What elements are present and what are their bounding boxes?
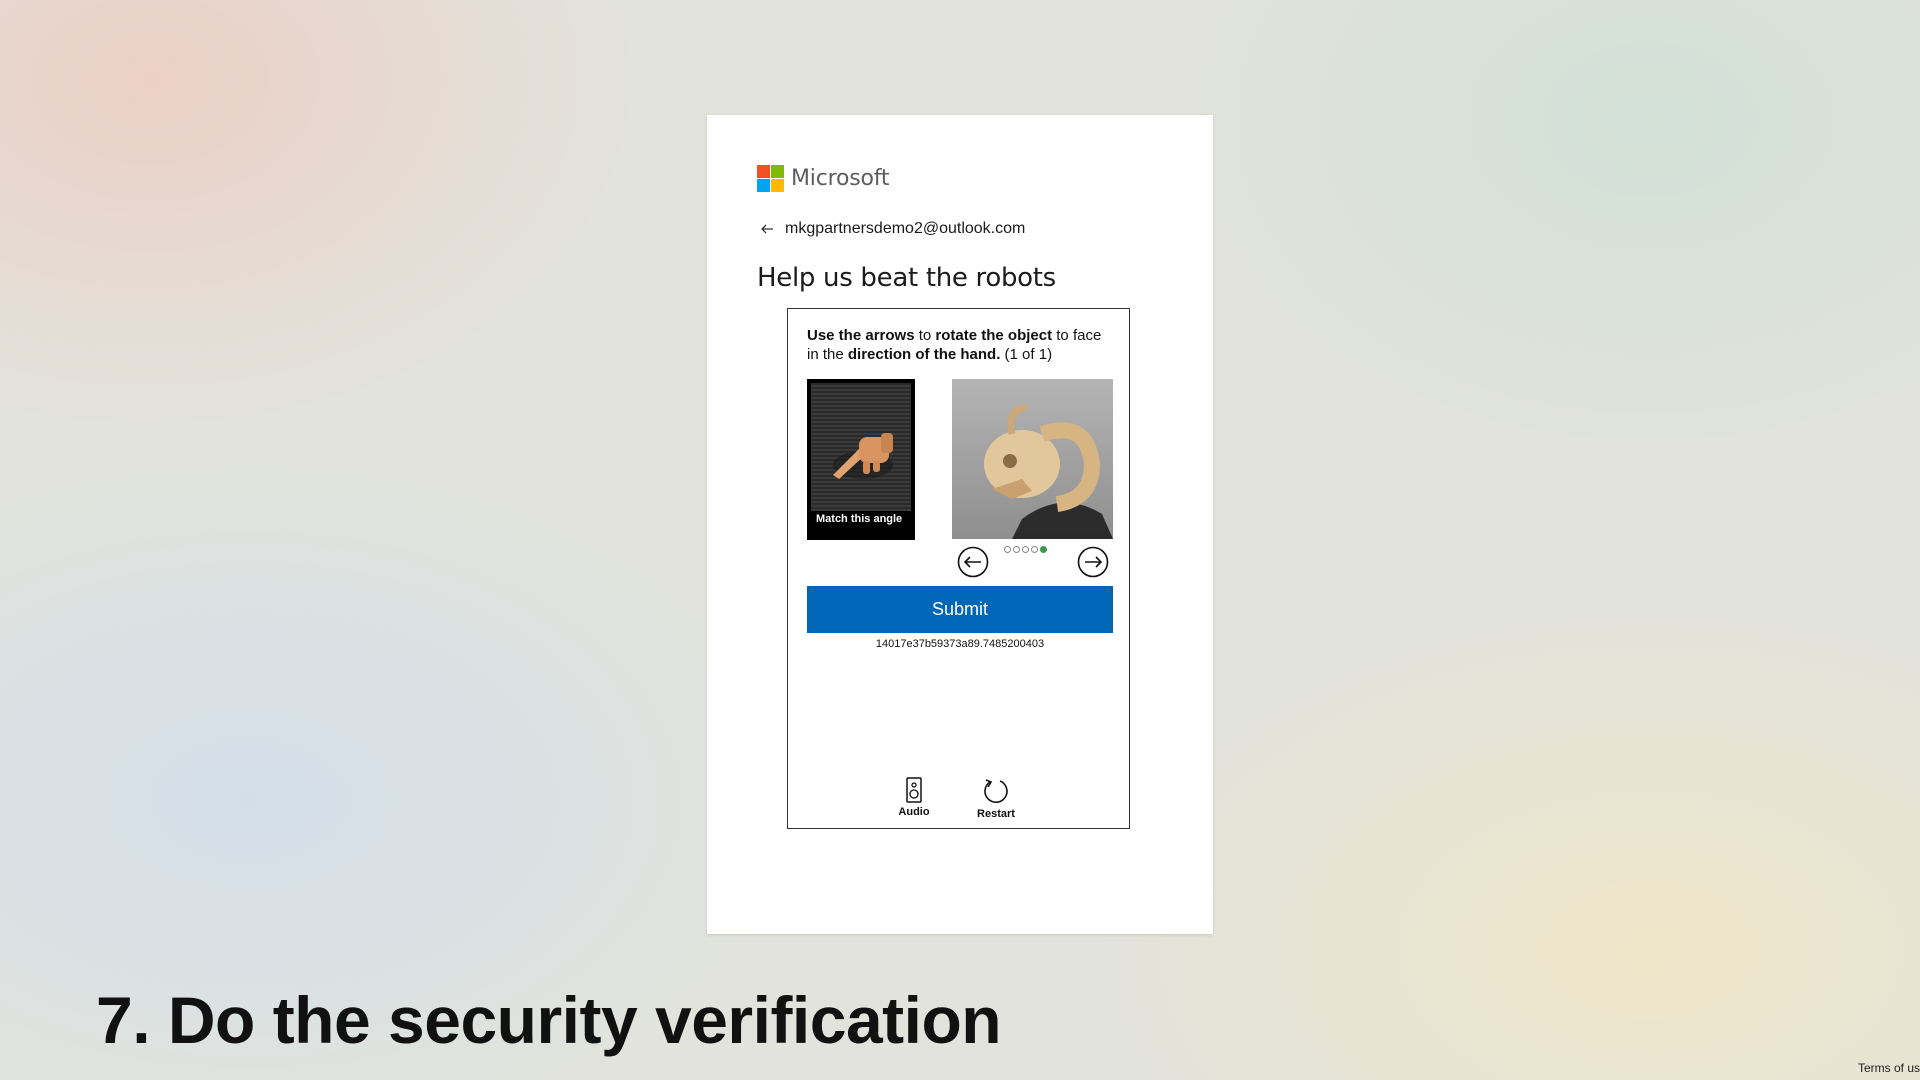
terms-link[interactable]: Terms of us: [1858, 1061, 1920, 1075]
restart-button[interactable]: Restart: [974, 777, 1018, 820]
page-title: Help us beat the robots: [757, 263, 1056, 293]
progress-dots: [1004, 546, 1047, 553]
progress-dot-active: [1040, 546, 1047, 553]
instruction-counter: (1 of 1): [1000, 346, 1053, 363]
arrow-left-circle-icon[interactable]: [957, 546, 989, 578]
back-arrow-icon[interactable]: [759, 221, 775, 237]
match-angle-label: Match this angle: [816, 513, 903, 525]
audio-button[interactable]: Audio: [896, 777, 932, 818]
arrow-right-circle-icon[interactable]: [1077, 546, 1109, 578]
identity-email: mkgpartnersdemo2@outlook.com: [785, 220, 1026, 237]
progress-dot: [1031, 546, 1038, 553]
restart-label: Restart: [977, 808, 1015, 820]
signin-card: Microsoft mkgpartnersdemo2@outlook.com H…: [707, 115, 1213, 934]
identity-banner[interactable]: mkgpartnersdemo2@outlook.com: [759, 220, 1025, 238]
audio-label: Audio: [898, 806, 930, 818]
captcha-instruction: Use the arrows to rotate the object to f…: [807, 326, 1117, 364]
session-id: 14017e37b59373a89.7485200403: [875, 638, 1045, 650]
speaker-icon: [906, 777, 922, 803]
restart-icon: [984, 779, 1008, 803]
pointing-hand-image: [811, 383, 911, 511]
progress-dot: [1022, 546, 1029, 553]
instruction-text-1: to: [914, 327, 936, 344]
instruction-bold-direction: direction of the hand.: [847, 346, 1001, 363]
slide-title: 7. Do the security verification: [96, 983, 1002, 1057]
instruction-bold-arrows: Use the arrows: [807, 327, 915, 344]
progress-dot: [1013, 546, 1020, 553]
microsoft-logo-icon: [757, 165, 784, 192]
microsoft-logo-text: Microsoft: [791, 166, 890, 191]
reference-image: Match this angle: [807, 379, 915, 540]
progress-dot: [1004, 546, 1011, 553]
captcha-frame: Use the arrows to rotate the object to f…: [787, 308, 1130, 829]
rotatable-object-image: [952, 379, 1113, 539]
submit-button[interactable]: Submit: [807, 586, 1113, 633]
instruction-bold-rotate: rotate the object: [935, 327, 1053, 344]
microsoft-logo: Microsoft: [757, 165, 890, 192]
